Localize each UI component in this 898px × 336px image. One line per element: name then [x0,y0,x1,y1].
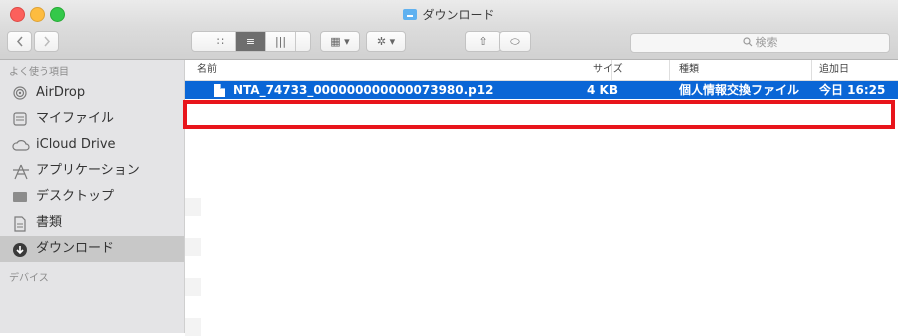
icon-view-button[interactable]: ∷ [206,32,236,51]
tag-button[interactable]: ⬭ [499,31,531,52]
sidebar-item-documents[interactable]: 書類 [0,210,184,236]
column-header-row: 名前 サイズ 種類 追加日 [185,60,898,81]
desktop-icon [12,190,28,204]
sidebar-item-label: マイファイル [36,111,115,126]
arrange-button[interactable]: ▦ ▾ [320,31,360,52]
sidebar-item-label: ダウンロード [36,241,115,256]
sidebar: よく使う項目 AirDrop マイファイル iCloud Drive アプリケー… [0,60,185,333]
back-button[interactable] [7,31,32,52]
chevron-right-icon [43,36,50,47]
grid-icon: ∷ [217,35,224,48]
window-title: ダウンロード [0,6,898,23]
file-row-selected[interactable]: NTA_74733_000000000000073980.p12 4 KB 個人… [185,81,898,99]
column-header-name[interactable]: 名前 [197,60,217,80]
empty-row-stripe [185,238,201,256]
sidebar-item-myfiles[interactable]: マイファイル [0,106,184,132]
list-icon: ≡ [245,35,256,48]
empty-row-stripe [185,198,201,216]
sidebar-item-downloads[interactable]: ダウンロード [0,236,184,262]
column-view-button[interactable]: ||| [266,32,296,51]
file-kind: 個人情報交換ファイル [679,83,800,97]
search-placeholder: 検索 [755,36,778,49]
arrange-icon: ▦ ▾ [330,35,350,48]
devices-header: デバイス [9,273,49,284]
empty-row-stripe [185,318,201,336]
downloads-icon [12,242,28,257]
list-view-button[interactable]: ≡ [236,32,266,51]
favorites-header: よく使う項目 [9,67,69,78]
airdrop-icon [12,86,28,100]
search-icon [742,37,752,47]
column-header-kind[interactable]: 種類 [679,60,699,80]
sidebar-item-label: アプリケーション [36,163,140,178]
toolbar: ∷ ≡ ||| ▯▯ ▦ ▾ ✲ ▾ ⇧ ⬭ 検索 [0,27,898,60]
file-list: 名前 サイズ 種類 追加日 NTA_74733_0000000000000739… [185,60,898,336]
downloads-folder-icon [403,9,418,20]
columns-icon: ||| [274,35,287,48]
sidebar-item-label: デスクトップ [36,189,115,204]
share-button[interactable]: ⇧ [465,31,501,52]
sidebar-item-airdrop[interactable]: AirDrop [0,80,184,106]
action-button[interactable]: ✲ ▾ [366,31,406,52]
cloud-icon [12,138,30,152]
sidebar-item-label: iCloud Drive [36,137,116,152]
sidebar-item-applications[interactable]: アプリケーション [0,158,184,184]
column-divider[interactable] [811,60,812,80]
share-icon: ⇧ [478,35,488,48]
file-size: 4 KB [587,83,618,97]
sidebar-item-label: AirDrop [36,85,86,100]
forward-button[interactable] [34,31,59,52]
file-date-added: 今日 16:25 [819,83,886,97]
column-divider[interactable] [669,60,670,80]
file-name: NTA_74733_000000000000073980.p12 [233,83,494,97]
view-mode-control: ∷ ≡ ||| ▯▯ [191,31,311,52]
column-header-date-added[interactable]: 追加日 [819,60,849,80]
search-field[interactable]: 検索 [630,33,890,53]
title-bar: ダウンロード [0,0,898,27]
chevron-left-icon [16,36,23,47]
applications-icon [12,164,29,180]
myfiles-icon [12,112,28,126]
sidebar-item-label: 書類 [36,215,63,230]
tag-icon: ⬭ [510,35,520,48]
document-icon [214,84,225,97]
empty-row-stripe [185,278,201,296]
coverflow-view-button[interactable]: ▯▯ [236,51,266,52]
window-title-text: ダウンロード [422,8,495,22]
column-header-size[interactable]: サイズ [593,60,623,80]
sidebar-item-desktop[interactable]: デスクトップ [0,184,184,210]
documents-icon [12,216,28,232]
sidebar-item-icloud-drive[interactable]: iCloud Drive [0,132,184,158]
gear-icon: ✲ ▾ [376,35,396,48]
